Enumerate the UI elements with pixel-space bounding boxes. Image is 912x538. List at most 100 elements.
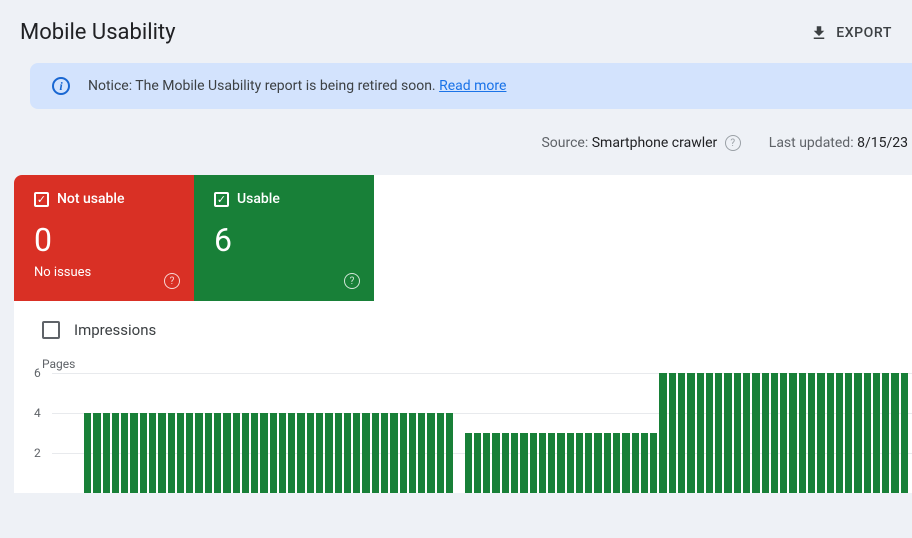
bar [567,433,574,493]
bar [511,433,518,493]
page-header: Mobile Usability EXPORT [0,0,912,63]
help-icon[interactable] [164,273,180,289]
tile-usable[interactable]: Usable 6 [194,175,374,301]
bar [353,413,360,493]
bar [854,373,861,493]
y-axis-label: Pages [42,357,912,371]
bar [390,413,397,493]
bar [93,413,100,493]
bar [474,433,481,493]
bar [168,413,175,493]
bar [409,413,416,493]
updated-info: Last updated: 8/15/23 [769,135,908,151]
bar [557,433,564,493]
bar [325,413,332,493]
notice-message: Notice: The Mobile Usability report is b… [88,78,439,94]
bar [260,413,267,493]
bar [84,413,91,493]
bar [530,433,537,493]
tile-label: Usable [237,191,280,207]
bar [279,413,286,493]
bar [520,433,527,493]
bar [873,373,880,493]
info-icon [52,77,70,95]
bar [771,373,778,493]
bar [697,373,704,493]
bars-container [84,373,908,493]
bar [548,433,555,493]
notice-banner: Notice: The Mobile Usability report is b… [30,63,912,109]
bar [316,413,323,493]
bar [362,413,369,493]
bar [297,413,304,493]
main-card: Not usable 0 No issues Usable 6 Impressi… [14,175,912,493]
tile-not-usable[interactable]: Not usable 0 No issues [14,175,194,301]
bar [789,373,796,493]
y-tick: 6 [34,366,41,380]
summary-tiles: Not usable 0 No issues Usable 6 [14,175,912,301]
tile-value: 0 [34,221,178,259]
bar [891,373,898,493]
chart-plot: 246 [52,373,912,493]
bar [632,433,639,493]
bar [585,433,592,493]
impressions-toggle[interactable]: Impressions [14,301,912,349]
tile-head: Usable [214,191,358,207]
bar [103,413,110,493]
bar [381,413,388,493]
bar [734,373,741,493]
bar [845,373,852,493]
bar [465,433,472,493]
bar [112,413,119,493]
bar [149,413,156,493]
meta-row: Source: Smartphone crawler Last updated:… [0,109,912,175]
export-label: EXPORT [836,25,892,41]
bar [799,373,806,493]
bar [604,433,611,493]
bar [762,373,769,493]
bar [492,433,499,493]
bar [437,413,444,493]
bar [594,433,601,493]
export-button[interactable]: EXPORT [810,24,892,42]
bar [233,413,240,493]
bar [140,413,147,493]
bar [808,373,815,493]
help-icon[interactable] [344,273,360,289]
checkbox-checked-icon[interactable] [214,192,229,207]
bar [186,413,193,493]
bar [446,413,453,493]
tile-head: Not usable [34,191,178,207]
bar [687,373,694,493]
bar [418,413,425,493]
bar [251,413,258,493]
impressions-label: Impressions [74,321,156,339]
y-tick: 4 [34,406,41,420]
bar [901,373,908,493]
bar [307,413,314,493]
bar [372,413,379,493]
bar [205,413,212,493]
read-more-link[interactable]: Read more [439,78,506,94]
bar [752,373,759,493]
download-icon [810,24,828,42]
bar [214,413,221,493]
bar [427,413,434,493]
checkbox-checked-icon[interactable] [34,192,49,207]
checkbox-unchecked-icon[interactable] [42,321,60,339]
bar [130,413,137,493]
bar [270,413,277,493]
bar [715,373,722,493]
tile-label: Not usable [57,191,125,207]
bar [483,433,490,493]
help-icon[interactable] [725,135,741,151]
bar [827,373,834,493]
bar [817,373,824,493]
page-title: Mobile Usability [20,20,176,45]
source-info: Source: Smartphone crawler [541,135,740,151]
pages-chart: Pages 246 [14,349,912,493]
bar [613,433,620,493]
bar [242,413,249,493]
bar [502,433,509,493]
bar [158,413,165,493]
